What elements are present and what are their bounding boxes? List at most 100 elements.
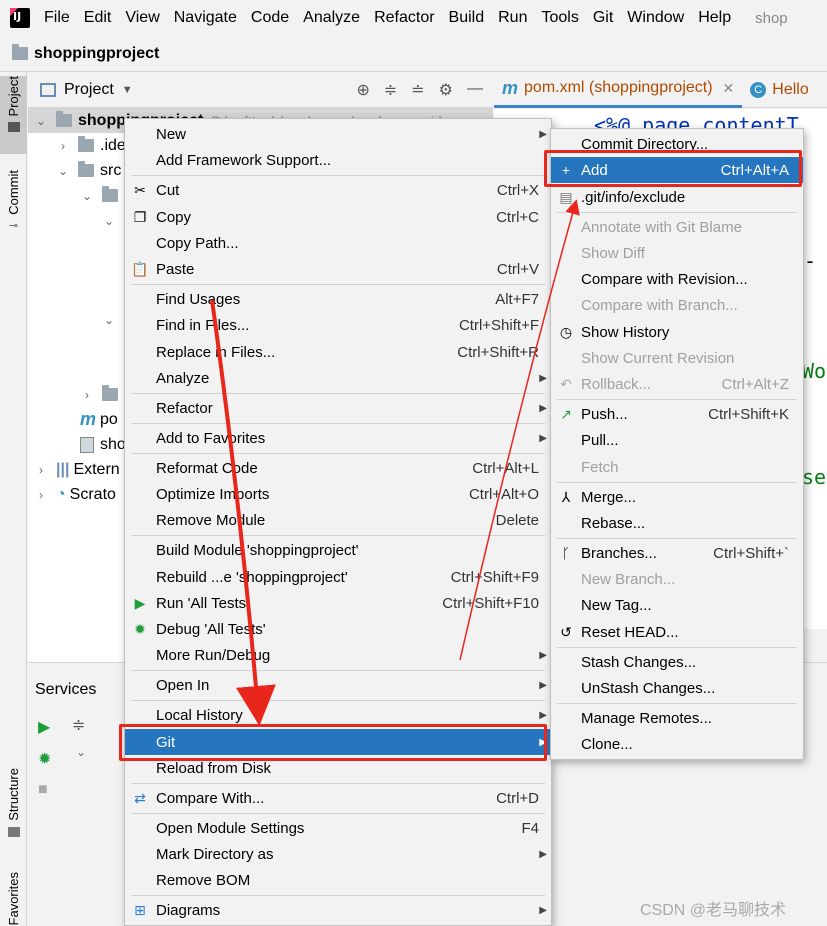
menu-item-open-module-settings[interactable]: Open Module Settings F4 — [125, 815, 551, 841]
run-icon[interactable]: ▶ — [38, 717, 50, 737]
menu-item-show-current-revision[interactable]: Show Current Revision — [551, 345, 803, 371]
menu-item-pull[interactable]: Pull... — [551, 427, 803, 453]
chevron-down-icon[interactable]: ▼ — [122, 84, 133, 96]
menu-file[interactable]: File — [44, 9, 70, 27]
tree-row-scratches[interactable]: › ◔ Scrato — [34, 482, 116, 507]
menu-item-unstash[interactable]: UnStash Changes... — [551, 675, 803, 701]
menu-item-cut[interactable]: ✂ Cut Ctrl+X — [125, 177, 551, 203]
tab-pom-xml[interactable]: m pom.xml (shoppingproject) ✕ — [494, 72, 743, 108]
menu-item-debug-tests[interactable]: ✹ Debug 'All Tests' — [125, 616, 551, 642]
menu-git[interactable]: Git — [593, 9, 613, 27]
menu-navigate[interactable]: Navigate — [174, 9, 237, 27]
menu-item-show-diff[interactable]: Show Diff — [551, 240, 803, 266]
submenu-arrow-icon: ▶ — [539, 432, 547, 444]
stripe-tab-commit[interactable]: Commit ⊸ — [0, 170, 27, 242]
chevron-down-icon[interactable]: ⌄ — [56, 164, 70, 178]
chevron-down-icon[interactable]: ⌄ — [102, 214, 116, 228]
menu-item-add-to-favorites[interactable]: Add to Favorites ▶ — [125, 425, 551, 451]
chevron-down-icon[interactable]: ⌄ — [34, 114, 48, 128]
menu-item-more-run[interactable]: More Run/Debug ▶ — [125, 642, 551, 668]
menu-item-find-usages[interactable]: Find Usages Alt+F7 — [125, 286, 551, 312]
menu-item-git-exclude[interactable]: ▤ .git/info/exclude — [551, 184, 803, 210]
menu-item-reformat-code[interactable]: Reformat Code Ctrl+Alt+L — [125, 455, 551, 481]
stop-icon[interactable]: ■ — [38, 781, 48, 799]
menu-item-rebase[interactable]: Rebase... — [551, 510, 803, 536]
gear-icon[interactable]: ⚙ — [439, 80, 453, 100]
menu-item-compare-with[interactable]: ⇄ Compare With... Ctrl+D — [125, 785, 551, 811]
chevron-down-icon[interactable]: ⌄ — [80, 189, 94, 203]
hide-icon[interactable]: — — [467, 80, 483, 100]
stripe-tab-favorites[interactable]: Favorites — [0, 872, 27, 926]
menu-item-copy[interactable]: ❐ Copy Ctrl+C — [125, 204, 551, 230]
tree-row-pom[interactable]: m po — [80, 407, 118, 432]
chevron-down-icon[interactable]: ⌄ — [102, 313, 116, 327]
menu-tools[interactable]: Tools — [541, 9, 578, 27]
menu-item-new-tag[interactable]: New Tag... — [551, 592, 803, 618]
tree-row-sub1[interactable]: ⌄ — [102, 208, 116, 233]
menu-item-new-branch[interactable]: New Branch... — [551, 566, 803, 592]
project-panel-title[interactable]: Project — [64, 81, 114, 99]
tree-row-idea[interactable]: › .ide — [56, 133, 126, 158]
menu-item-remove-bom[interactable]: Remove BOM — [125, 867, 551, 893]
tree-row-iml[interactable]: sho — [80, 432, 126, 457]
menu-item-build-module[interactable]: Build Module 'shoppingproject' — [125, 537, 551, 563]
expand-all-icon[interactable]: ≑ — [72, 715, 85, 735]
menu-item-branches[interactable]: ᚴ Branches... Ctrl+Shift+` — [551, 540, 803, 566]
menu-item-fetch[interactable]: Fetch — [551, 454, 803, 480]
menu-item-stash[interactable]: Stash Changes... — [551, 649, 803, 675]
menu-code[interactable]: Code — [251, 9, 289, 27]
menu-item-remove-module[interactable]: Remove Module Delete — [125, 507, 551, 533]
stripe-tab-structure[interactable]: Structure — [0, 768, 27, 854]
stripe-tab-project[interactable]: Project — [0, 76, 27, 154]
tab-hello[interactable]: C Hello — [742, 72, 816, 108]
menu-item-compare-branch[interactable]: Compare with Branch... — [551, 292, 803, 318]
chevron-right-icon[interactable]: › — [34, 463, 48, 477]
menu-window[interactable]: Window — [627, 9, 684, 27]
menu-item-rebuild[interactable]: Rebuild ...e 'shoppingproject' Ctrl+Shift… — [125, 564, 551, 590]
menu-item-optimize-imports[interactable]: Optimize Imports Ctrl+Alt+O — [125, 481, 551, 507]
menu-item-show-history[interactable]: ◷ Show History — [551, 319, 803, 345]
menu-item-reset-head[interactable]: ↺ Reset HEAD... — [551, 619, 803, 645]
tree-row-external-libraries[interactable]: › ||| Extern — [34, 457, 120, 482]
menu-item-add-framework[interactable]: Add Framework Support... — [125, 147, 551, 173]
menu-item-merge[interactable]: ⅄ Merge... — [551, 484, 803, 510]
menu-item-manage-remotes[interactable]: Manage Remotes... — [551, 705, 803, 731]
menu-item-clone[interactable]: Clone... — [551, 731, 803, 757]
menu-item-paste[interactable]: 📋 Paste Ctrl+V — [125, 256, 551, 282]
tree-row-main[interactable]: ⌄ — [80, 183, 118, 208]
breadcrumb-project[interactable]: shoppingproject — [34, 45, 159, 63]
chevron-down-icon[interactable]: ⌄ — [76, 745, 86, 759]
menu-analyze[interactable]: Analyze — [303, 9, 360, 27]
expand-all-icon[interactable]: ≑ — [384, 80, 397, 100]
tree-row-sub2[interactable]: ⌄ — [102, 307, 116, 332]
menu-run[interactable]: Run — [498, 9, 527, 27]
chevron-right-icon[interactable]: › — [80, 388, 94, 402]
tree-row-target[interactable]: › — [80, 382, 118, 407]
menu-item-diagrams[interactable]: ⊞ Diagrams ▶ — [125, 897, 551, 923]
menu-item-push[interactable]: ↗ Push... Ctrl+Shift+K — [551, 401, 803, 427]
tree-row-src[interactable]: ⌄ src — [56, 158, 121, 183]
menu-item-replace-in-files[interactable]: Replace in Files... Ctrl+Shift+R — [125, 339, 551, 365]
debug-icon[interactable]: ✹ — [38, 749, 51, 769]
menu-item-new[interactable]: New ▶ — [125, 121, 551, 147]
menu-view[interactable]: View — [125, 9, 159, 27]
menu-item-run-tests[interactable]: ▶ Run 'All Tests' Ctrl+Shift+F10 — [125, 590, 551, 616]
menu-item-mark-directory[interactable]: Mark Directory as ▶ — [125, 841, 551, 867]
menu-item-find-in-files[interactable]: Find in Files... Ctrl+Shift+F — [125, 312, 551, 338]
menu-item-rollback[interactable]: ↶ Rollback... Ctrl+Alt+Z — [551, 371, 803, 397]
collapse-all-icon[interactable]: ≐ — [411, 80, 424, 100]
close-icon[interactable]: ✕ — [723, 80, 735, 97]
menu-item-open-in[interactable]: Open In ▶ — [125, 672, 551, 698]
menu-help[interactable]: Help — [698, 9, 731, 27]
menu-item-compare-revision[interactable]: Compare with Revision... — [551, 266, 803, 292]
chevron-right-icon[interactable]: › — [34, 488, 48, 502]
menu-refactor[interactable]: Refactor — [374, 9, 434, 27]
locate-icon[interactable]: ⊕ — [356, 80, 369, 100]
menu-item-refactor[interactable]: Refactor ▶ — [125, 395, 551, 421]
menu-item-annotate[interactable]: Annotate with Git Blame — [551, 214, 803, 240]
menu-edit[interactable]: Edit — [84, 9, 112, 27]
menu-build[interactable]: Build — [449, 9, 485, 27]
menu-item-analyze[interactable]: Analyze ▶ — [125, 365, 551, 391]
menu-item-copy-path[interactable]: Copy Path... — [125, 230, 551, 256]
chevron-right-icon[interactable]: › — [56, 139, 70, 153]
